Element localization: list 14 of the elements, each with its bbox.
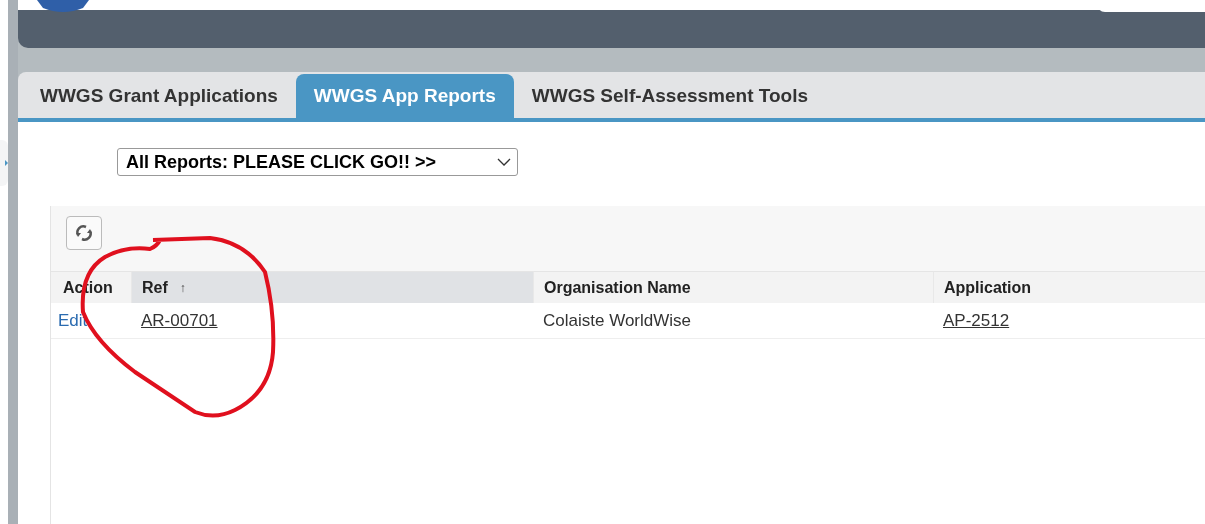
column-header[interactable]: Organisation Name [533, 271, 933, 303]
edit-link[interactable]: Edit [58, 310, 88, 331]
column-header[interactable]: Application [933, 271, 1205, 303]
application-link[interactable]: AP-2512 [943, 310, 1010, 331]
tab[interactable]: WWGS Self-Assessment Tools [513, 74, 827, 118]
refresh-button[interactable] [66, 216, 102, 250]
chevron-icon [497, 158, 511, 166]
table-cell: Colaiste WorldWise [533, 303, 933, 339]
report-select[interactable]: All Reports: PLEASE CLICK GO!! >> [117, 148, 518, 176]
sort-arrow-icon: ↑ [179, 280, 186, 295]
column-header[interactable]: Ref ↑ [131, 271, 533, 303]
refresh-icon [74, 223, 94, 243]
tab[interactable]: WWGS Grant Applications [22, 74, 296, 118]
ref-link[interactable]: AR-00701 [141, 310, 218, 331]
